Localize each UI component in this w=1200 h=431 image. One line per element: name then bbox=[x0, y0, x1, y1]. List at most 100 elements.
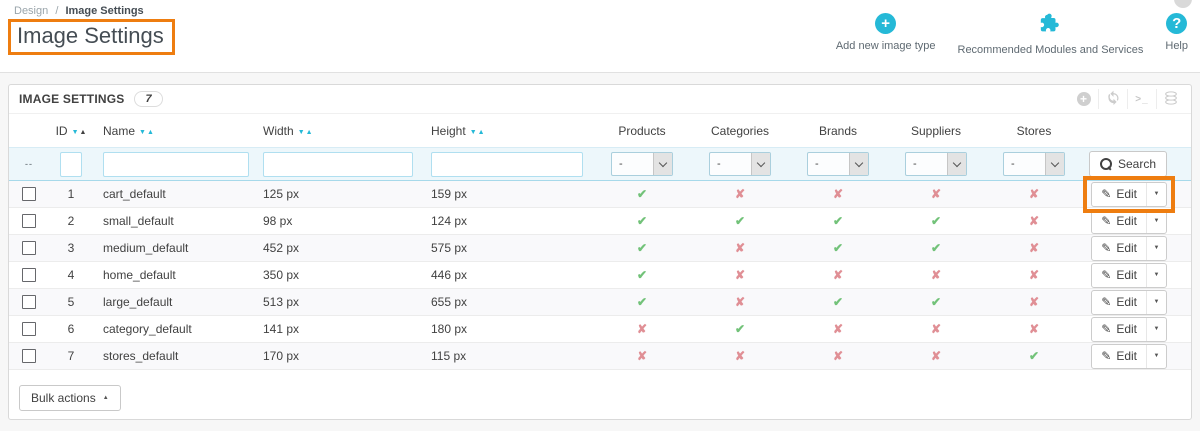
filter-name-input[interactable] bbox=[103, 151, 249, 177]
edit-dropdown-toggle[interactable]: ▼ bbox=[1146, 209, 1166, 233]
edit-button-label: Edit bbox=[1116, 322, 1137, 336]
cross-icon: ✘ bbox=[930, 268, 942, 282]
panel-header: IMAGE SETTINGS 7 + >_ bbox=[9, 85, 1191, 114]
sort-asc-icon[interactable]: ▲ bbox=[306, 129, 313, 136]
row-width: 141 px bbox=[263, 322, 300, 336]
sort-desc-icon[interactable]: ▼ bbox=[298, 129, 305, 136]
sort-asc-icon[interactable]: ▲ bbox=[147, 129, 154, 136]
filter-brands-select[interactable]: - bbox=[807, 152, 869, 176]
filter-stores-select[interactable]: - bbox=[1003, 152, 1065, 176]
cross-icon: ✘ bbox=[734, 268, 746, 282]
header-name: Name ▼▲ bbox=[103, 123, 154, 138]
help-button[interactable]: ? Help bbox=[1165, 13, 1188, 52]
database-icon bbox=[1163, 90, 1179, 109]
row-name: stores_default bbox=[103, 349, 179, 363]
pencil-icon: ✎ bbox=[1101, 241, 1112, 255]
cross-icon: ✘ bbox=[734, 187, 746, 201]
row-checkbox[interactable] bbox=[22, 241, 36, 255]
filter-width-input[interactable] bbox=[263, 151, 413, 177]
filter-products-select[interactable]: - bbox=[611, 152, 673, 176]
edit-button[interactable]: ✎ Edit bbox=[1092, 291, 1146, 314]
bulk-actions-button[interactable]: Bulk actions ▲ bbox=[19, 385, 121, 411]
edit-button[interactable]: ✎ Edit bbox=[1092, 264, 1146, 287]
filter-suppliers-select[interactable]: - bbox=[905, 152, 967, 176]
pencil-icon: ✎ bbox=[1101, 295, 1112, 309]
check-icon: ✔ bbox=[832, 295, 844, 309]
row-height: 124 px bbox=[431, 214, 468, 228]
filter-height-input[interactable] bbox=[431, 151, 583, 177]
row-width: 125 px bbox=[263, 187, 300, 201]
row-checkbox[interactable] bbox=[22, 322, 36, 336]
panel-export-button[interactable] bbox=[1156, 89, 1185, 109]
panel-sql-query-button[interactable]: >_ bbox=[1127, 89, 1156, 109]
edit-button[interactable]: ✎ Edit bbox=[1092, 210, 1146, 233]
row-checkbox[interactable] bbox=[22, 187, 36, 201]
row-height: 180 px bbox=[431, 322, 468, 336]
row-height: 655 px bbox=[431, 295, 468, 309]
edit-button-group: ✎ Edit ▼ bbox=[1091, 343, 1167, 369]
edit-button-label: Edit bbox=[1116, 268, 1137, 282]
row-width: 513 px bbox=[263, 295, 300, 309]
row-height: 159 px bbox=[431, 187, 468, 201]
table-row: 2 small_default 98 px 124 px ✔ ✔ ✔ ✔ ✘ ✎… bbox=[9, 208, 1191, 235]
edit-button-group: ✎ Edit ▼ bbox=[1091, 235, 1167, 261]
edit-button[interactable]: ✎ Edit bbox=[1092, 318, 1146, 341]
panel-refresh-button[interactable] bbox=[1098, 89, 1127, 109]
edit-dropdown-toggle[interactable]: ▼ bbox=[1146, 182, 1166, 206]
edit-button[interactable]: ✎ Edit bbox=[1092, 345, 1146, 368]
pencil-icon: ✎ bbox=[1101, 187, 1112, 201]
edit-button-wrap: ✎ Edit ▼ bbox=[1091, 235, 1167, 261]
sort-asc-icon[interactable]: ▲ bbox=[80, 129, 87, 136]
header-stores: Stores bbox=[1016, 123, 1052, 138]
chevron-down-icon: ▼ bbox=[1153, 272, 1160, 278]
header-brands: Brands bbox=[818, 123, 858, 138]
table-row: 5 large_default 513 px 655 px ✔ ✘ ✔ ✔ ✘ … bbox=[9, 289, 1191, 316]
cross-icon: ✘ bbox=[930, 349, 942, 363]
edit-button-label: Edit bbox=[1116, 241, 1137, 255]
edit-dropdown-toggle[interactable]: ▼ bbox=[1146, 317, 1166, 341]
breadcrumb-separator: / bbox=[55, 5, 59, 17]
edit-button[interactable]: ✎ Edit bbox=[1092, 237, 1146, 260]
pencil-icon: ✎ bbox=[1101, 349, 1112, 363]
panel-add-button[interactable]: + bbox=[1069, 89, 1098, 109]
row-checkbox[interactable] bbox=[22, 349, 36, 363]
chevron-down-icon bbox=[1045, 153, 1064, 175]
edit-dropdown-toggle[interactable]: ▼ bbox=[1146, 263, 1166, 287]
row-checkbox[interactable] bbox=[22, 295, 36, 309]
sort-desc-icon[interactable]: ▼ bbox=[139, 129, 146, 136]
row-name: small_default bbox=[103, 214, 174, 228]
cross-icon: ✘ bbox=[1028, 268, 1040, 282]
header-categories: Categories bbox=[710, 123, 770, 138]
edit-dropdown-toggle[interactable]: ▼ bbox=[1146, 236, 1166, 260]
plus-circle-icon: + bbox=[875, 13, 897, 34]
edit-dropdown-toggle[interactable]: ▼ bbox=[1146, 290, 1166, 314]
search-button[interactable]: Search bbox=[1088, 151, 1167, 177]
sort-arrows-name: ▼▲ bbox=[139, 124, 154, 138]
cross-icon: ✘ bbox=[930, 187, 942, 201]
filter-categories-select[interactable]: - bbox=[709, 152, 771, 176]
cross-icon: ✘ bbox=[734, 349, 746, 363]
edit-button-label: Edit bbox=[1116, 187, 1137, 201]
edit-dropdown-toggle[interactable]: ▼ bbox=[1146, 344, 1166, 368]
recommended-modules-button[interactable]: Recommended Modules and Services bbox=[958, 13, 1143, 56]
sort-asc-icon[interactable]: ▲ bbox=[478, 129, 485, 136]
header-height: Height ▼▲ bbox=[431, 123, 485, 138]
cross-icon: ✘ bbox=[1028, 241, 1040, 255]
sort-desc-icon[interactable]: ▼ bbox=[470, 129, 477, 136]
row-checkbox[interactable] bbox=[22, 268, 36, 282]
sort-desc-icon[interactable]: ▼ bbox=[72, 129, 79, 136]
filter-id-input[interactable] bbox=[60, 151, 82, 177]
row-width: 452 px bbox=[263, 241, 300, 255]
help-label: Help bbox=[1165, 40, 1188, 52]
chevron-down-icon bbox=[849, 153, 868, 175]
edit-button[interactable]: ✎ Edit bbox=[1092, 183, 1146, 206]
row-checkbox[interactable] bbox=[22, 214, 36, 228]
breadcrumb-section[interactable]: Design bbox=[14, 5, 48, 17]
puzzle-icon bbox=[1039, 13, 1061, 38]
breadcrumb-current: Image Settings bbox=[65, 5, 144, 17]
table-row: 6 category_default 141 px 180 px ✘ ✔ ✘ ✘… bbox=[9, 316, 1191, 343]
cross-icon: ✘ bbox=[734, 241, 746, 255]
check-icon: ✔ bbox=[636, 214, 648, 228]
cross-icon: ✘ bbox=[734, 295, 746, 309]
add-new-image-type-button[interactable]: + Add new image type bbox=[836, 13, 936, 52]
